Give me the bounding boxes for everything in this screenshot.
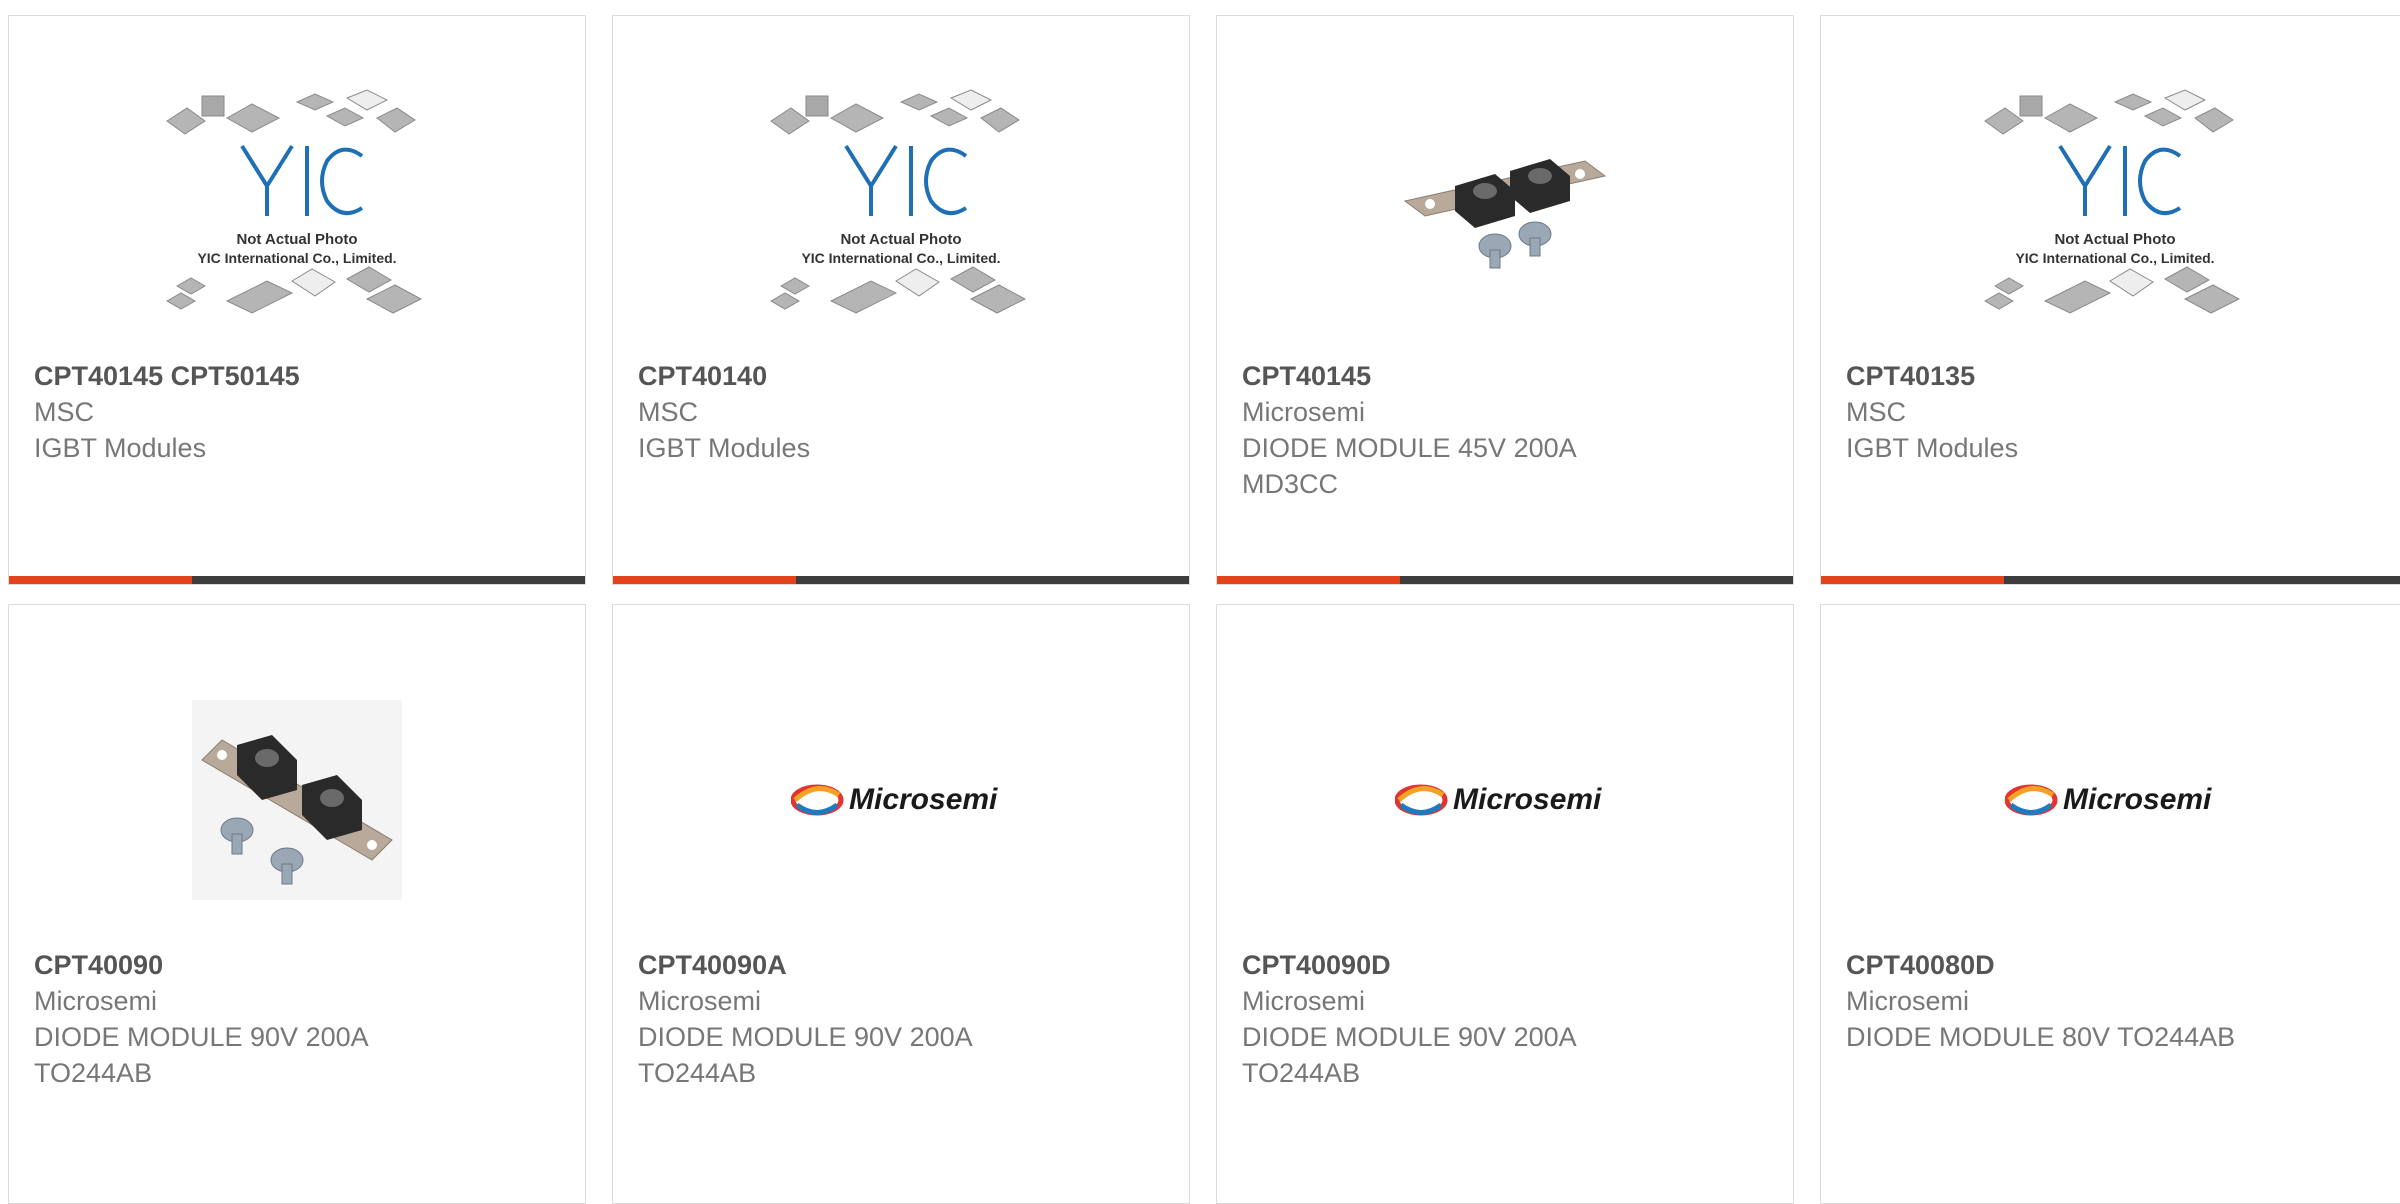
placeholder-line2: YIC International Co., Limited.: [197, 250, 396, 266]
description: DIODE MODULE 90V 200A: [638, 1022, 973, 1052]
manufacturer: Microsemi: [1242, 397, 1366, 427]
product-info: CPT40080D Microsemi DIODE MODULE 80V TO2…: [1846, 947, 2389, 1055]
description: DIODE MODULE 90V 200A: [1242, 1022, 1577, 1052]
product-card[interactable]: Microsemi CPT40080D Microsemi DIODE MODU…: [1820, 604, 2400, 1204]
microsemi-logo: Microsemi: [791, 783, 998, 816]
card-accent: [9, 576, 192, 584]
product-info: CPT40090 Microsemi DIODE MODULE 90V 200A…: [34, 947, 565, 1091]
card-accent: [1217, 576, 1400, 584]
product-info: CPT40145 CPT50145 MSC IGBT Modules: [34, 358, 565, 466]
microsemi-logo-text: Microsemi: [849, 783, 998, 816]
manufacturer: Microsemi: [638, 986, 762, 1016]
product-image[interactable]: Microsemi: [1217, 645, 1793, 955]
description: IGBT Modules: [638, 433, 811, 463]
placeholder-line1: Not Actual Photo: [236, 231, 357, 248]
package: TO244AB: [638, 1058, 757, 1088]
product-image[interactable]: Microsemi: [1821, 645, 2400, 955]
part-number[interactable]: CPT40090A: [638, 947, 1169, 983]
product-grid: Not Actual Photo YIC International Co., …: [0, 0, 2400, 1204]
diode-module-photo: [192, 700, 402, 900]
product-card[interactable]: Microsemi CPT40090D Microsemi DIODE MODU…: [1216, 604, 1794, 1204]
product-image[interactable]: [9, 645, 585, 955]
product-image[interactable]: Not Actual Photo YIC International Co., …: [1821, 56, 2400, 366]
yic-placeholder-image: Not Actual Photo YIC International Co., …: [165, 89, 423, 314]
diode-module-photo: [1403, 159, 1607, 269]
product-card[interactable]: Not Actual Photo YIC International Co., …: [8, 15, 586, 585]
product-image[interactable]: Not Actual Photo YIC International Co., …: [9, 56, 585, 366]
microsemi-logo-text: Microsemi: [1453, 783, 1602, 816]
manufacturer: Microsemi: [1846, 986, 1970, 1016]
card-bottom-bar: [1217, 576, 1793, 584]
microsemi-logo: Microsemi: [1395, 783, 1602, 816]
part-number[interactable]: CPT40080D: [1846, 947, 2389, 983]
manufacturer: MSC: [1846, 397, 1906, 427]
product-info: CPT40145 Microsemi DIODE MODULE 45V 200A…: [1242, 358, 1773, 502]
placeholder-line2: YIC International Co., Limited.: [801, 250, 1000, 266]
product-card[interactable]: CPT40145 Microsemi DIODE MODULE 45V 200A…: [1216, 15, 1794, 585]
product-image[interactable]: Not Actual Photo YIC International Co., …: [613, 56, 1189, 366]
product-info: CPT40140 MSC IGBT Modules: [638, 358, 1169, 466]
product-info: CPT40090D Microsemi DIODE MODULE 90V 200…: [1242, 947, 1773, 1091]
product-card[interactable]: CPT40090 Microsemi DIODE MODULE 90V 200A…: [8, 604, 586, 1204]
description: DIODE MODULE 45V 200A: [1242, 433, 1577, 463]
product-image[interactable]: Microsemi: [613, 645, 1189, 955]
product-card[interactable]: Microsemi CPT40090A Microsemi DIODE MODU…: [612, 604, 1190, 1204]
microsemi-logo-text: Microsemi: [2063, 783, 2212, 816]
placeholder-line2: YIC International Co., Limited.: [2015, 250, 2214, 266]
package: TO244AB: [34, 1058, 153, 1088]
placeholder-line1: Not Actual Photo: [2054, 231, 2175, 248]
yic-placeholder-image: Not Actual Photo YIC International Co., …: [1983, 89, 2241, 314]
product-image[interactable]: [1217, 56, 1793, 366]
yic-placeholder-image: Not Actual Photo YIC International Co., …: [769, 89, 1027, 314]
card-bottom-bar: [613, 576, 1189, 584]
placeholder-line1: Not Actual Photo: [840, 231, 961, 248]
description: DIODE MODULE 80V TO244AB: [1846, 1022, 2236, 1052]
part-number[interactable]: CPT40090D: [1242, 947, 1773, 983]
description: IGBT Modules: [1846, 433, 2019, 463]
description: IGBT Modules: [34, 433, 207, 463]
product-card[interactable]: Not Actual Photo YIC International Co., …: [612, 15, 1190, 585]
product-card[interactable]: Not Actual Photo YIC International Co., …: [1820, 15, 2400, 585]
manufacturer: MSC: [34, 397, 94, 427]
package: TO244AB: [1242, 1058, 1361, 1088]
part-number[interactable]: CPT40145 CPT50145: [34, 358, 565, 394]
manufacturer: Microsemi: [1242, 986, 1366, 1016]
part-number[interactable]: CPT40140: [638, 358, 1169, 394]
card-accent: [1821, 576, 2004, 584]
card-bottom-bar: [1821, 576, 2400, 584]
part-number[interactable]: CPT40090: [34, 947, 565, 983]
manufacturer: MSC: [638, 397, 698, 427]
product-info: CPT40090A Microsemi DIODE MODULE 90V 200…: [638, 947, 1169, 1091]
package: MD3CC: [1242, 469, 1339, 499]
part-number[interactable]: CPT40145: [1242, 358, 1773, 394]
description: DIODE MODULE 90V 200A: [34, 1022, 369, 1052]
part-number[interactable]: CPT40135: [1846, 358, 2389, 394]
product-info: CPT40135 MSC IGBT Modules: [1846, 358, 2389, 466]
card-accent: [613, 576, 796, 584]
card-bottom-bar: [9, 576, 585, 584]
microsemi-logo: Microsemi: [2005, 783, 2212, 816]
manufacturer: Microsemi: [34, 986, 158, 1016]
